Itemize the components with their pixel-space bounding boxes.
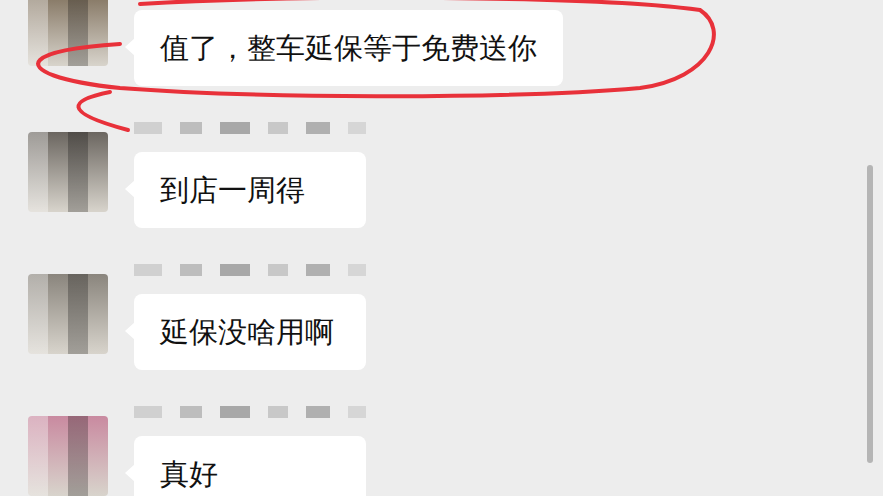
redacted-name — [134, 400, 366, 424]
message-bubble[interactable]: 真好 — [134, 436, 366, 496]
chat-screen: 值了，整车延保等于免费送你到店一周得延保没啥用啊真好 — [0, 0, 883, 496]
avatar[interactable] — [28, 416, 108, 496]
redacted-name — [134, 116, 366, 140]
avatar[interactable] — [28, 0, 108, 66]
message-list: 值了，整车延保等于免费送你到店一周得延保没啥用啊真好 — [0, 0, 867, 496]
scrollbar[interactable] — [867, 0, 877, 496]
message-bubble[interactable]: 延保没啥用啊 — [134, 294, 366, 370]
message-bubble[interactable]: 值了，整车延保等于免费送你 — [134, 10, 563, 86]
avatar[interactable] — [28, 274, 108, 354]
scrollbar-thumb[interactable] — [867, 165, 873, 463]
message-row: 值了，整车延保等于免费送你 — [28, 0, 867, 86]
message-bubble[interactable]: 到店一周得 — [134, 152, 366, 228]
avatar[interactable] — [28, 132, 108, 212]
redacted-name — [134, 258, 366, 282]
message-row: 延保没啥用啊 — [28, 258, 867, 370]
red-circle-annotation-icon — [0, 0, 883, 496]
message-row: 到店一周得 — [28, 116, 867, 228]
message-row: 真好 — [28, 400, 867, 496]
